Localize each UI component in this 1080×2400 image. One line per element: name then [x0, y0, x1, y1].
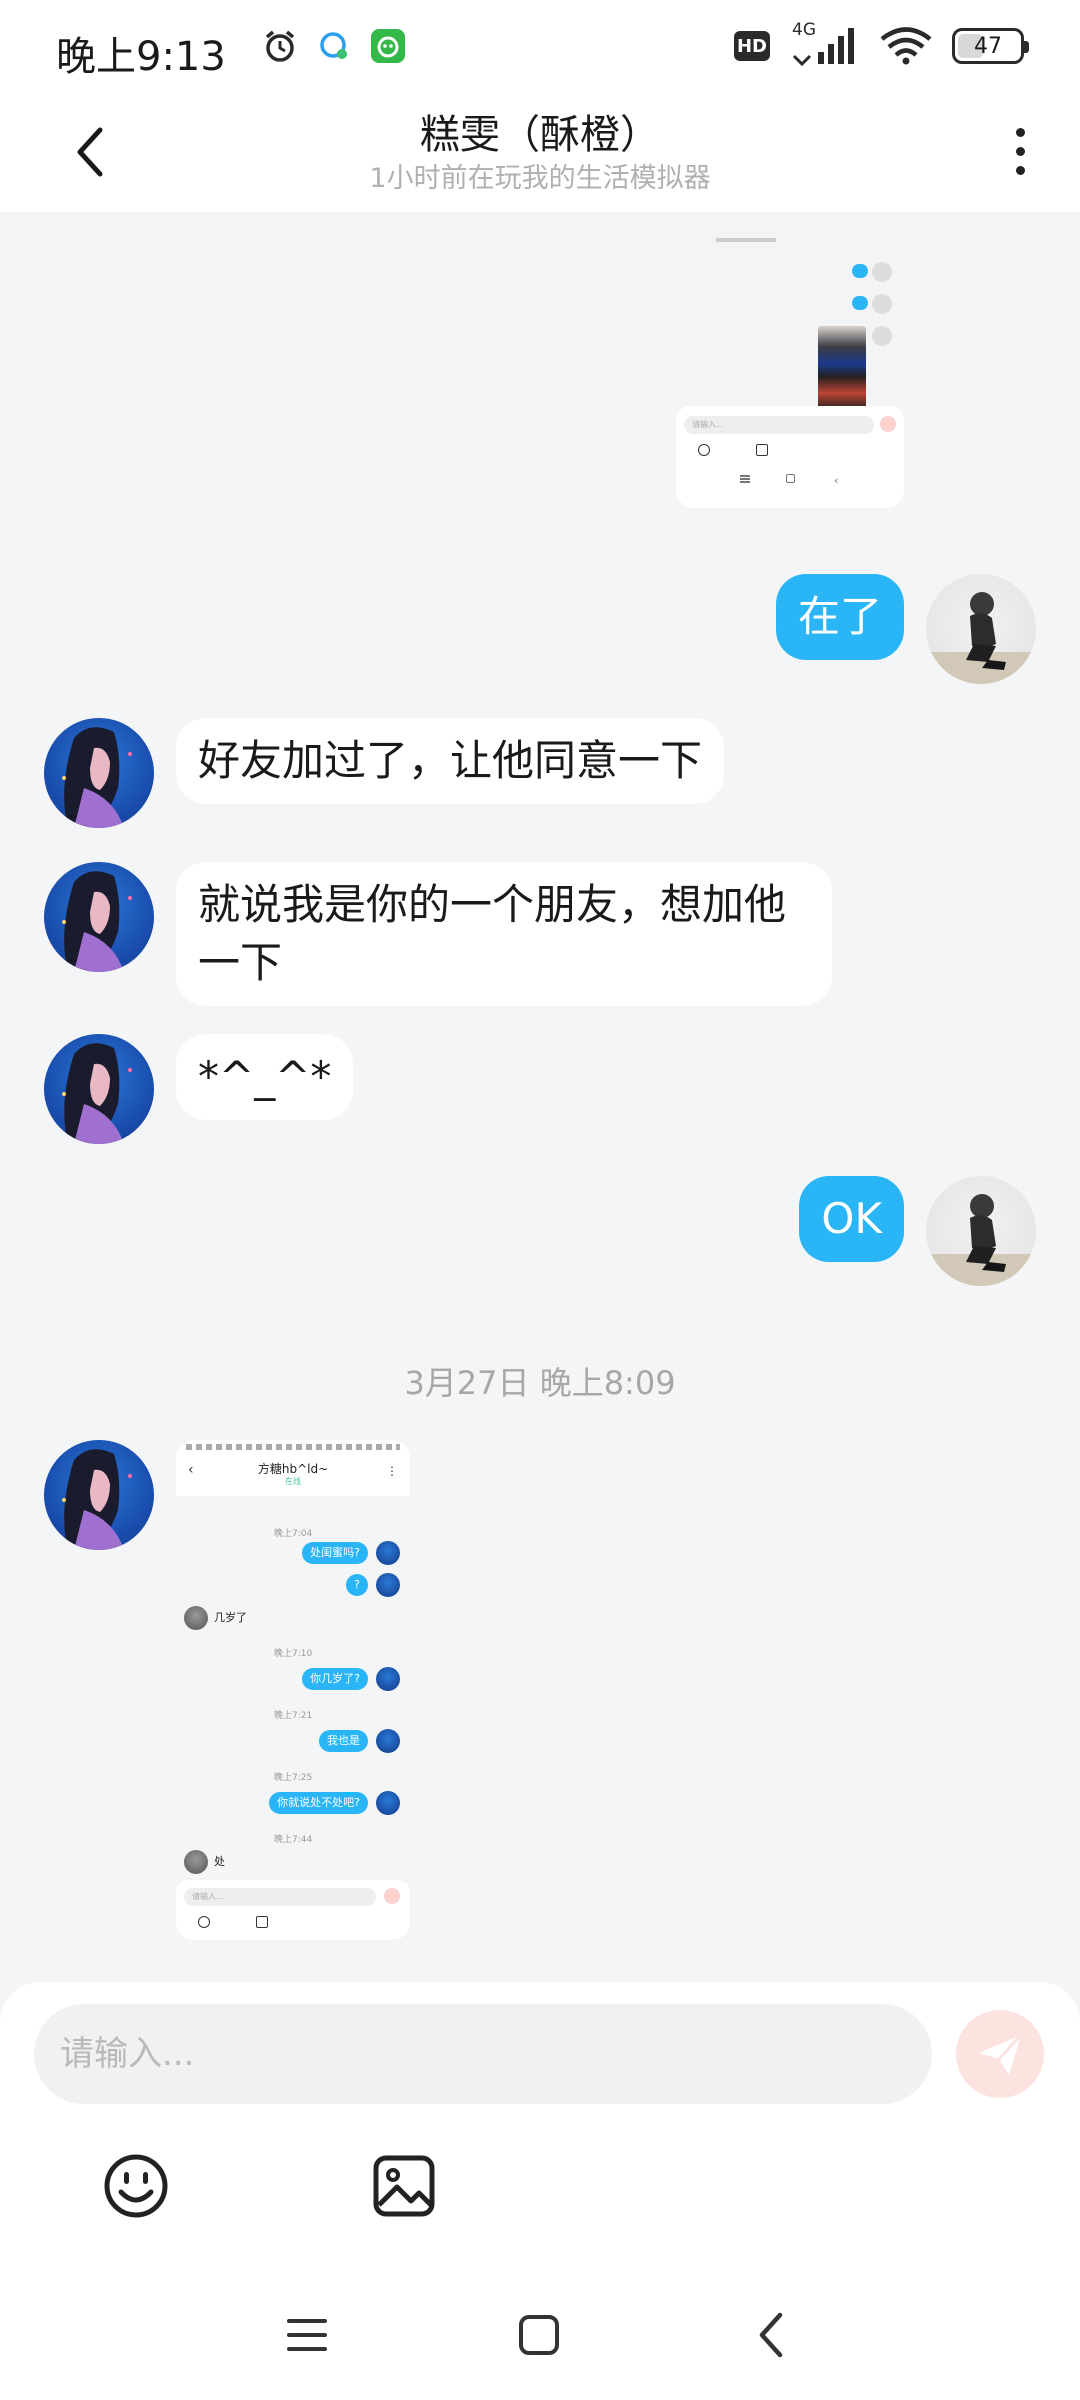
signal-icon: 4G	[790, 20, 860, 66]
nav-menu-button[interactable]	[272, 2300, 342, 2370]
message-text: 在了	[797, 592, 882, 641]
message-timestamp: 3月27日 晚上8:09	[404, 1364, 676, 1402]
emoji-icon	[104, 2154, 168, 2218]
status-bar: 晚上9:13 HD 4G 47	[0, 0, 1080, 96]
composer	[0, 1982, 1080, 2400]
mini-contact-name: 方糖hb^ld~	[257, 1462, 329, 1476]
image-button[interactable]	[364, 2146, 444, 2226]
mini-contact-status: 在线	[285, 1477, 301, 1486]
mini-image-thumb	[818, 326, 866, 410]
more-options-button[interactable]	[1000, 116, 1040, 186]
emoji-button[interactable]	[96, 2146, 176, 2226]
contact-name: 糕雯（酥橙）	[420, 112, 660, 158]
contact-status: 1小时前在玩我的生活模拟器	[369, 163, 711, 194]
message-list[interactable]: 请输入... ‹ 在了 好友加过了，让他同意一下 就说我是你的一个朋友，想加他一…	[0, 212, 1080, 1982]
image-message-screenshot[interactable]: ‹ 方糖hb^ld~ 在线 ⋮ 晚上7:04 处闺蜜吗? ? 几岁了 晚上7:1…	[176, 1440, 410, 1940]
message-bubble-other[interactable]: 就说我是你的一个朋友，想加他一下	[176, 862, 832, 1006]
mini-self-bubble	[852, 296, 868, 310]
chat-notification-icon	[320, 32, 347, 59]
nav-home-button[interactable]	[504, 2300, 574, 2370]
message-bubble-other[interactable]: *^_^*	[176, 1034, 354, 1120]
battery-indicator: 47	[952, 28, 1029, 64]
status-notifications	[262, 28, 406, 64]
contact-avatar[interactable]	[44, 718, 154, 828]
contact-avatar[interactable]	[44, 862, 154, 972]
message-text: *^_^*	[198, 1052, 332, 1101]
send-button[interactable]	[956, 2010, 1044, 2098]
more-vertical-icon	[1015, 127, 1025, 137]
alarm-icon	[265, 30, 295, 62]
contact-avatar[interactable]	[44, 1034, 154, 1144]
mini-avatar	[872, 262, 892, 282]
mini-input-area: 请输入... ‹	[676, 406, 904, 508]
self-avatar[interactable]	[926, 1176, 1036, 1286]
image-message-top[interactable]: 请输入... ‹	[676, 212, 904, 508]
mini-avatar	[872, 294, 892, 314]
message-text: 就说我是你的一个朋友，想加他一下	[198, 880, 787, 987]
back-icon	[759, 2312, 783, 2358]
battery-percent: 47	[974, 33, 1002, 59]
mini-avatar	[872, 326, 892, 346]
message-text: OK	[821, 1194, 882, 1243]
mini-self-bubble	[852, 264, 868, 278]
contact-avatar[interactable]	[44, 1440, 154, 1550]
send-icon	[979, 2033, 1023, 2075]
system-nav-bar	[0, 2290, 1080, 2380]
self-avatar[interactable]	[926, 574, 1036, 684]
message-bubble-other[interactable]: 好友加过了，让他同意一下	[176, 718, 725, 804]
message-bubble-self[interactable]: 在了	[775, 574, 904, 660]
home-icon	[519, 2315, 559, 2355]
mini-header: ‹ 方糖hb^ld~ 在线 ⋮	[176, 1440, 410, 1496]
image-icon	[373, 2155, 435, 2217]
hd-badge: HD	[734, 31, 770, 61]
status-time: 晚上9:13	[56, 34, 226, 80]
nav-back-button[interactable]	[736, 2300, 806, 2370]
chat-header: 糕雯（酥橙） 1小时前在玩我的生活模拟器	[0, 96, 1080, 212]
mini-input-area: 请输入...	[176, 1880, 410, 1940]
message-text: 好友加过了，让他同意一下	[198, 736, 703, 785]
message-input[interactable]	[34, 2004, 932, 2104]
menu-icon	[287, 2319, 327, 2351]
app-notification-icon	[371, 29, 405, 63]
wifi-icon	[880, 27, 932, 65]
message-bubble-self[interactable]: OK	[799, 1176, 904, 1262]
